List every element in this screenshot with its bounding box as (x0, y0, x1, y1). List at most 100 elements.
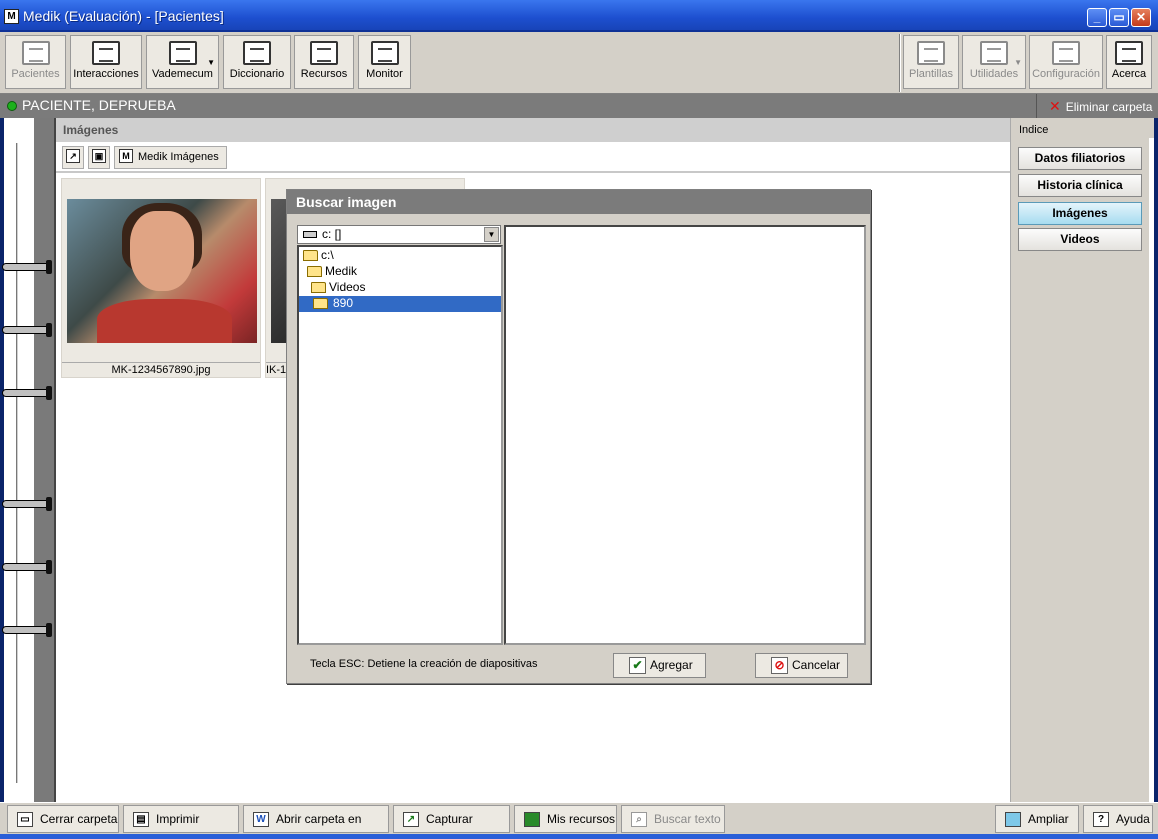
toolbar-vademecum-button[interactable]: ▼ Vademecum (146, 35, 219, 89)
toolbar-label: Pacientes (11, 68, 60, 80)
section-title: Imágenes (56, 118, 1011, 142)
toolbar-label: Recursos (300, 68, 348, 80)
help-label: Ayuda (1116, 812, 1150, 826)
main-toolbar: Pacientes Interacciones ▼ Vademecum Dicc… (0, 32, 1158, 94)
monitor-icon (370, 41, 399, 65)
maximize-button[interactable]: ▭ (1109, 8, 1129, 27)
tree-node-selected[interactable]: 890 (299, 296, 501, 312)
delete-icon: ✕ (1049, 98, 1061, 114)
cancel-button[interactable]: ⊘ Cancelar (755, 653, 848, 678)
drive-value: c: [] (322, 227, 342, 241)
resources-icon (524, 812, 540, 827)
medik-icon: M (119, 149, 133, 164)
my-resources-button[interactable]: Mis recursos (514, 805, 617, 833)
dropdown-arrow-icon[interactable]: ▼ (207, 58, 215, 67)
index-videos[interactable]: Videos (1018, 228, 1142, 251)
capture-icon: ↗ (403, 812, 419, 827)
window-title: Medik (Evaluación) - [Pacientes] (23, 8, 224, 24)
patient-status-icon (7, 101, 17, 111)
index-scrollbar[interactable] (1149, 138, 1154, 802)
title-bar: M Medik (Evaluación) - [Pacientes] _ ▭ ✕ (0, 0, 1158, 32)
vademecum-icon (168, 41, 197, 65)
toolbar-separator (899, 34, 901, 92)
cancel-button-label: Cancelar (792, 658, 841, 672)
toolbar-plantillas-button[interactable]: Plantillas (903, 35, 959, 89)
help-button[interactable]: ? Ayuda (1083, 805, 1153, 833)
folder-tree[interactable]: c:\ Medik Videos 890 (297, 245, 503, 645)
toolbar-label: Acerca (1111, 68, 1147, 80)
toolbar-utilidades-button[interactable]: ▼ Utilidades (962, 35, 1026, 89)
capture-image-button[interactable]: ↗Capturar imagen (393, 805, 510, 839)
my-resources-label: Mis recursos (547, 812, 616, 826)
open-in-word-button[interactable]: WAbrir carpeta en Word (243, 805, 389, 839)
cancel-icon: ⊘ (771, 657, 788, 674)
index-imagenes[interactable]: Imágenes (1018, 202, 1142, 225)
add-button[interactable]: ✔ Agregar (613, 653, 706, 678)
toolbar-interacciones-button[interactable]: Interacciones (70, 35, 142, 89)
binder-spine (2, 118, 56, 802)
binder-ring (2, 323, 54, 337)
tree-node[interactable]: Videos (309, 280, 501, 296)
tree-node[interactable]: c:\ (301, 248, 501, 264)
drive-select[interactable]: c: [] ▼ (297, 225, 501, 244)
binder-ring (2, 386, 54, 400)
slideshow-button[interactable]: ▣ (88, 146, 110, 169)
tree-node-label: c:\ (321, 248, 334, 262)
toolbar-pacientes-button[interactable]: Pacientes (5, 35, 66, 89)
search-text-label: Buscar texto (654, 812, 721, 826)
search-text-button[interactable]: ⌕ Buscar texto (621, 805, 725, 833)
tree-node[interactable]: Medik (305, 264, 501, 280)
dropdown-arrow-icon[interactable]: ▼ (1014, 58, 1022, 67)
close-folder-label: Cerrar carpeta (40, 812, 118, 826)
about-icon (1115, 41, 1143, 65)
utilities-icon (980, 41, 1008, 65)
tree-node-label: Videos (329, 280, 366, 294)
help-icon: ? (1093, 812, 1109, 827)
index-historia-clinica[interactable]: Historia clínica (1018, 174, 1142, 197)
medik-images-button[interactable]: M Medik Imágenes (114, 146, 227, 169)
toolbar-label: Plantillas (908, 68, 954, 80)
check-icon: ✔ (629, 657, 646, 674)
minimize-button[interactable]: _ (1087, 8, 1107, 27)
toolbar-acerca-button[interactable]: Acerca (1106, 35, 1152, 89)
toolbar-label: Vademecum (152, 68, 213, 80)
open-folder-icon (303, 250, 318, 261)
find-image-dialog: Buscar imagen c: [] ▼ c:\ Medik Videos 8… (286, 189, 871, 684)
file-list[interactable] (504, 225, 866, 645)
binder-bar (34, 118, 56, 802)
toolbar-label: Diccionario (229, 68, 285, 80)
add-image-icon: ↗ (66, 149, 80, 164)
add-image-button[interactable]: ↗ (62, 146, 84, 169)
index-label: Indice (1019, 124, 1049, 136)
toolbar-configuracion-button[interactable]: Configuración (1029, 35, 1103, 89)
word-icon: W (253, 812, 269, 827)
close-folder-button[interactable]: ▭ Cerrar carpeta (7, 805, 119, 833)
toolbar-label: Monitor (366, 68, 403, 80)
binder-ring (2, 260, 54, 274)
toolbar-recursos-button[interactable]: Recursos (294, 35, 354, 89)
search-icon: ⌕ (631, 812, 647, 827)
zoom-label: Ampliar (1028, 812, 1069, 826)
app-icon: M (4, 9, 19, 24)
print-folder-button[interactable]: ▤Imprimir carpeta (123, 805, 239, 839)
open-folder-icon (313, 298, 328, 309)
patient-name: PACIENTE, DEPRUEBA (22, 97, 176, 113)
toolbar-monitor-button[interactable]: Monitor (358, 35, 411, 89)
chevron-down-icon[interactable]: ▼ (484, 227, 499, 242)
zoom-button[interactable]: Ampliar (995, 805, 1079, 833)
templates-icon (917, 41, 945, 65)
toolbar-label: Utilidades (969, 68, 1019, 80)
open-folder-icon (311, 282, 326, 293)
toolbar-diccionario-button[interactable]: Diccionario (223, 35, 291, 89)
delete-folder-button[interactable]: ✕ Eliminar carpeta (1036, 94, 1154, 118)
resources-icon (310, 41, 338, 65)
index-datos-filiatorios[interactable]: Datos filiatorios (1018, 147, 1142, 170)
close-button[interactable]: ✕ (1131, 8, 1151, 27)
patients-icon (21, 41, 50, 65)
zoom-icon (1005, 812, 1021, 827)
open-folder-icon (307, 266, 322, 277)
dictionary-icon (243, 41, 271, 65)
image-thumbnail[interactable]: MK-1234567890.jpg (61, 178, 261, 378)
settings-icon (1052, 41, 1080, 65)
interactions-icon (92, 41, 120, 65)
